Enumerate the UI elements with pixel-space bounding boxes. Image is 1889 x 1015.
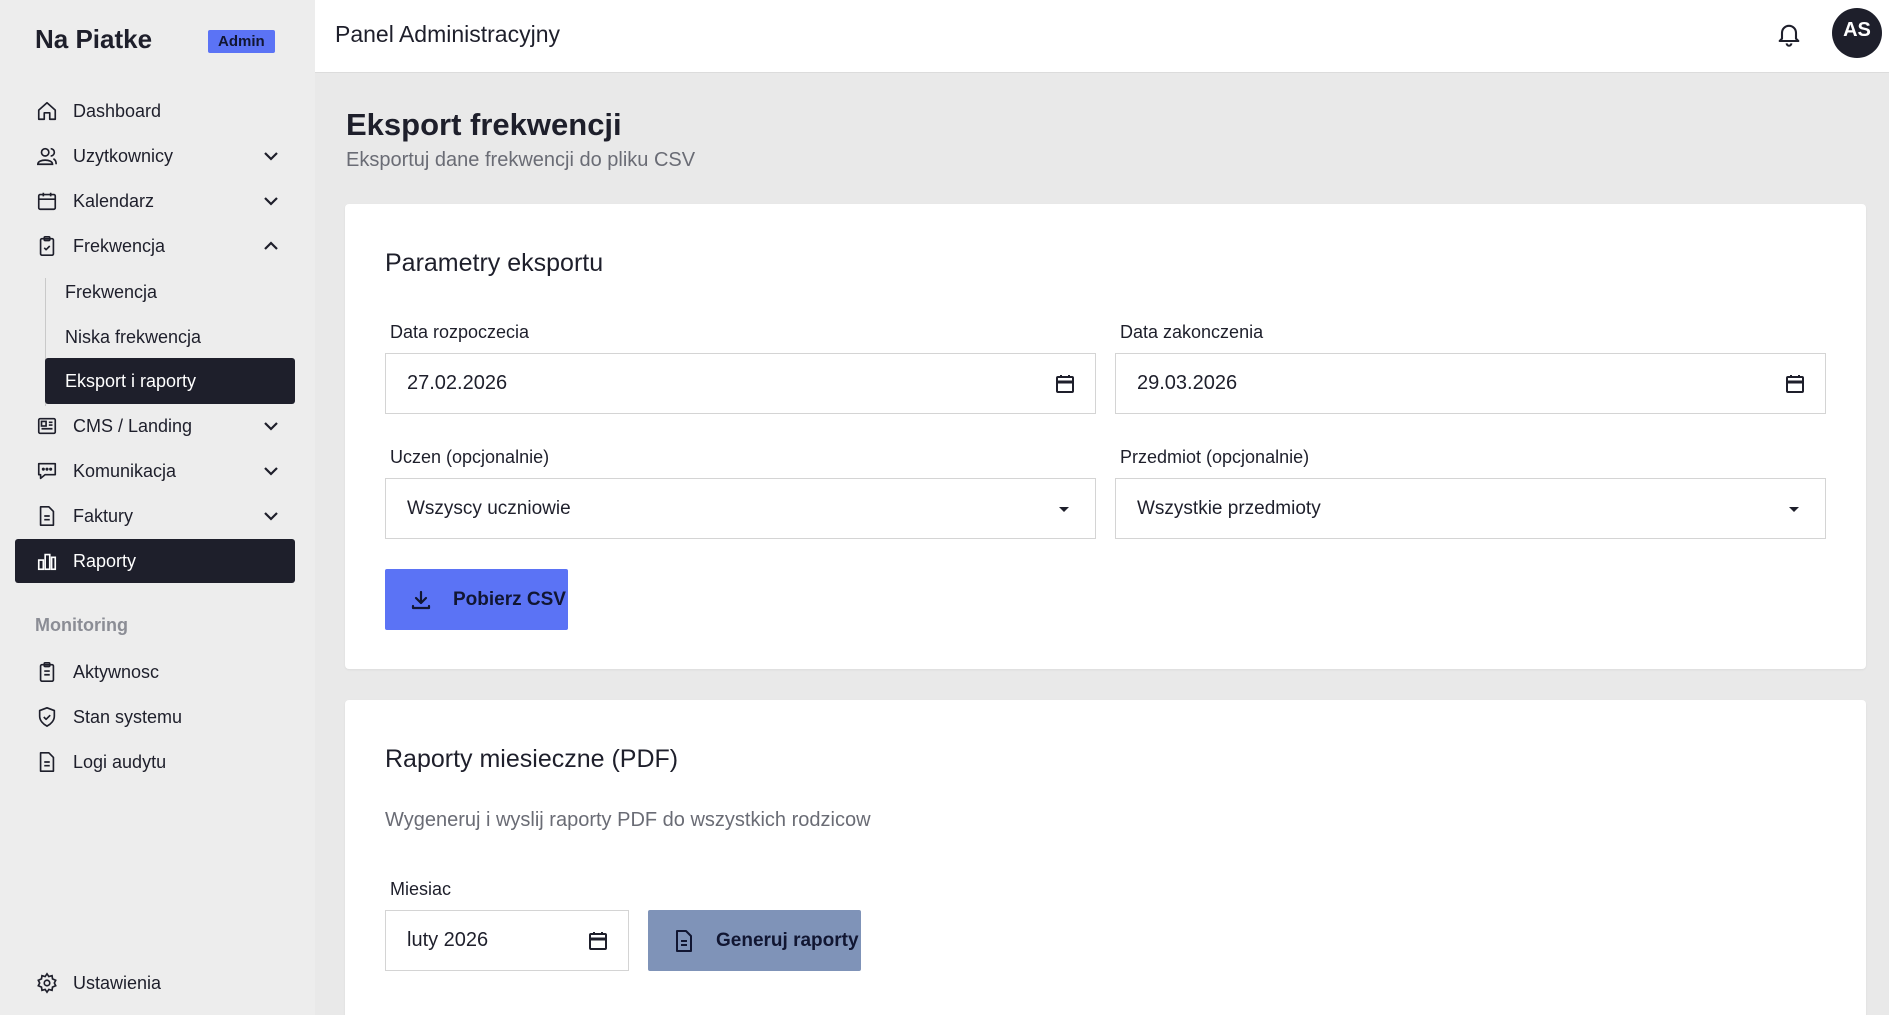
shield-check-icon <box>35 705 59 729</box>
calendar-icon <box>35 189 59 213</box>
sidebar-item-label: Komunikacja <box>73 460 177 481</box>
clipboard-check-icon <box>35 234 59 258</box>
download-icon <box>411 590 431 609</box>
sidebar-subitem-low-attendance[interactable]: Niska frekwencja <box>45 314 295 360</box>
top-header: Panel Administracyjny AS <box>315 0 1889 73</box>
sidebar-item-label: Raporty <box>73 550 137 571</box>
student-label: Uczen (opcjonalnie) <box>390 447 550 467</box>
page-subtitle: Eksportuj dane frekwencji do pliku CSV <box>346 149 696 171</box>
users-icon <box>35 144 59 168</box>
download-csv-label: Pobierz CSV <box>453 588 566 610</box>
card-title: Raporty miesieczne (PDF) <box>385 745 679 773</box>
sidebar-item-activity[interactable]: Aktywnosc <box>15 650 295 694</box>
sidebar-item-communication[interactable]: Komunikacja <box>15 449 295 493</box>
newspaper-icon <box>35 414 59 438</box>
chevron-down-icon[interactable] <box>259 459 283 483</box>
sidebar-subitem-label: Niska frekwencja <box>65 326 202 347</box>
sidebar: Na Piatke Admin Dashboard Uzytkownicy Ka… <box>0 0 315 1015</box>
month-value: luty 2026 <box>407 929 489 951</box>
sidebar-item-reports[interactable]: Raporty <box>15 539 295 583</box>
sidebar-item-label: Logi audytu <box>73 751 167 772</box>
export-parameters-card: Parametry eksportu Data rozpoczecia 27.0… <box>345 204 1866 669</box>
chevron-down-icon[interactable] <box>259 189 283 213</box>
monthly-reports-card: Raporty miesieczne (PDF) Wygeneruj i wys… <box>345 700 1866 1015</box>
sidebar-item-calendar[interactable]: Kalendarz <box>15 179 295 223</box>
brand-name: Na Piatke <box>35 24 153 54</box>
bar-chart-icon <box>35 549 59 573</box>
caret-down-icon <box>1059 507 1069 512</box>
chevron-down-icon[interactable] <box>259 414 283 438</box>
chevron-down-icon[interactable] <box>259 504 283 528</box>
sidebar-subitem-label: Frekwencja <box>65 281 158 302</box>
sidebar-item-dashboard[interactable]: Dashboard <box>15 89 295 133</box>
end-date-value: 29.03.2026 <box>1137 372 1238 394</box>
sidebar-item-cms[interactable]: CMS / Landing <box>15 404 295 448</box>
calendar-icon[interactable] <box>1783 372 1807 396</box>
bell-icon[interactable] <box>1775 20 1803 48</box>
sidebar-item-audit-logs[interactable]: Logi audytu <box>15 740 295 784</box>
student-select[interactable]: Wszyscy uczniowie <box>385 478 1096 539</box>
page-title: Eksport frekwencji <box>346 107 622 142</box>
header-title: Panel Administracyjny <box>335 21 560 47</box>
sidebar-item-label: CMS / Landing <box>73 415 193 436</box>
download-csv-button[interactable]: Pobierz CSV <box>385 569 568 630</box>
end-date-input[interactable]: 29.03.2026 <box>1115 353 1826 414</box>
end-date-label: Data zakonczenia <box>1120 322 1264 342</box>
subject-select[interactable]: Wszystkie przedmioty <box>1115 478 1826 539</box>
sidebar-item-label: Aktywnosc <box>73 661 160 682</box>
sidebar-subitem-attendance[interactable]: Frekwencja <box>45 269 295 315</box>
gear-icon <box>35 971 59 995</box>
generate-reports-button[interactable]: Generuj raporty <box>648 910 861 971</box>
chevron-down-icon[interactable] <box>259 144 283 168</box>
document-icon <box>35 750 59 774</box>
subject-label: Przedmiot (opcjonalnie) <box>1120 447 1310 467</box>
admin-badge: Admin <box>208 30 275 53</box>
sidebar-item-label: Ustawienia <box>73 972 162 993</box>
sidebar-item-label: Dashboard <box>73 100 162 121</box>
card-title: Parametry eksportu <box>385 249 604 277</box>
sidebar-item-label: Kalendarz <box>73 190 155 211</box>
sidebar-item-label: Frekwencja <box>73 235 166 256</box>
section-label-monitoring: Monitoring <box>35 615 128 635</box>
caret-down-icon <box>1789 507 1799 512</box>
month-label: Miesiac <box>390 879 452 899</box>
clipboard-list-icon <box>35 660 59 684</box>
chat-icon <box>35 459 59 483</box>
start-date-value: 27.02.2026 <box>407 372 508 394</box>
month-input[interactable]: luty 2026 <box>385 910 629 971</box>
start-date-label: Data rozpoczecia <box>390 322 530 342</box>
sidebar-subitem-label: Eksport i raporty <box>65 370 197 391</box>
generate-reports-label: Generuj raporty <box>716 929 859 951</box>
calendar-icon[interactable] <box>586 929 610 953</box>
avatar[interactable]: AS <box>1832 8 1882 58</box>
start-date-input[interactable]: 27.02.2026 <box>385 353 1096 414</box>
card-description: Wygeneruj i wyslij raporty PDF do wszyst… <box>385 809 871 831</box>
subject-select-value: Wszystkie przedmioty <box>1137 497 1321 519</box>
sidebar-item-system-status[interactable]: Stan systemu <box>15 695 295 739</box>
home-icon <box>35 99 59 123</box>
sidebar-item-label: Uzytkownicy <box>73 145 174 166</box>
chevron-up-icon[interactable] <box>259 234 283 258</box>
sidebar-item-users[interactable]: Uzytkownicy <box>15 134 295 178</box>
calendar-icon[interactable] <box>1053 372 1077 396</box>
document-icon <box>35 504 59 528</box>
sidebar-item-settings[interactable]: Ustawienia <box>15 961 295 1005</box>
document-icon <box>676 929 692 952</box>
sidebar-subitem-export-reports[interactable]: Eksport i raporty <box>45 358 295 404</box>
sidebar-item-attendance[interactable]: Frekwencja <box>15 224 295 268</box>
student-select-value: Wszyscy uczniowie <box>407 497 571 519</box>
sidebar-item-label: Stan systemu <box>73 706 183 727</box>
sidebar-item-invoices[interactable]: Faktury <box>15 494 295 538</box>
sidebar-item-label: Faktury <box>73 505 134 526</box>
